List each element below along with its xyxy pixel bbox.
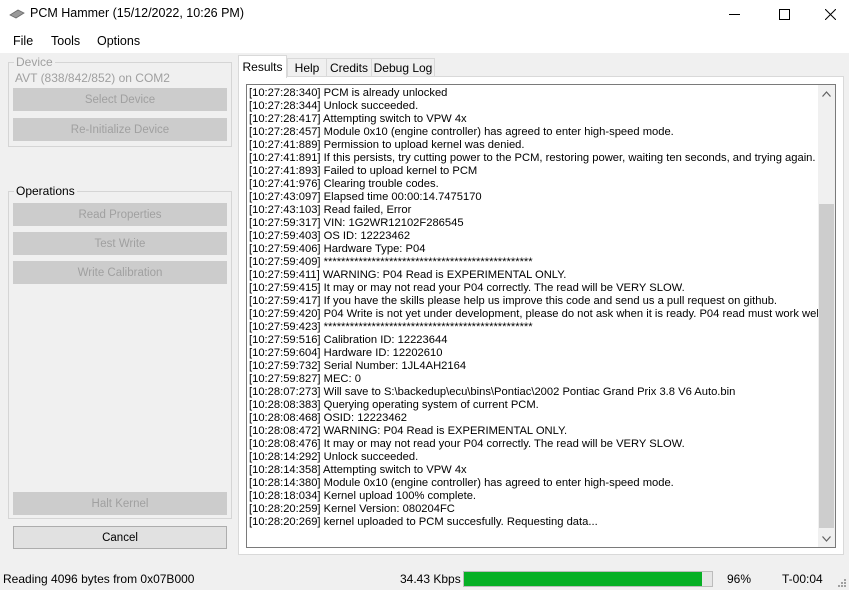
log-scrollbar[interactable] [818,85,835,547]
log-line: [10:28:14:292] Unlock succeeded. [249,451,419,463]
log-line: [10:27:28:417] Attempting switch to VPW … [249,113,467,125]
log-line: [10:27:59:411] WARNING: P04 Read is EXPE… [249,269,567,281]
scroll-up-button[interactable] [818,85,835,102]
log-line: [10:27:59:732] Serial Number: 1JL4AH2164 [249,360,467,372]
log-line: [10:27:59:827] MEC: 0 [249,373,361,385]
results-log[interactable]: [10:27:28:340] PCM is already unlocked [1… [246,84,836,548]
test-write-button[interactable]: Test Write [13,232,227,255]
log-line: [10:28:18:034] Kernel upload 100% comple… [249,490,477,502]
resize-grip-icon[interactable] [837,578,847,588]
time-remaining: T-00:04 [782,572,823,586]
log-line: [10:28:08:468] OSID: 12223462 [249,412,407,424]
log-line: [10:27:59:403] OS ID: 12223462 [249,230,411,242]
halt-kernel-button[interactable]: Halt Kernel [13,492,227,515]
maximize-button[interactable] [761,0,807,29]
maximize-icon [778,9,790,20]
log-line: [10:27:59:604] Hardware ID: 12202610 [249,347,443,359]
log-line: [10:27:59:406] Hardware Type: P04 [249,243,426,255]
log-line: [10:27:59:420] P04 Write is not yet unde… [249,308,819,320]
chevron-down-icon [822,535,831,542]
log-line: [10:28:08:472] WARNING: P04 Read is EXPE… [249,425,568,437]
log-line: [10:27:59:417] If you have the skills pl… [249,295,778,307]
log-line: [10:27:59:415] It may or may not read yo… [249,282,685,294]
scroll-down-button[interactable] [818,530,835,547]
chevron-up-icon [822,90,831,97]
log-line: [10:27:43:097] Elapsed time 00:00:14.747… [249,191,482,203]
menu-options[interactable]: Options [97,34,140,48]
close-icon [824,9,836,20]
progress-fill [464,572,703,586]
results-panel: [10:27:28:340] PCM is already unlocked [1… [238,76,844,555]
close-button[interactable] [807,0,849,29]
log-line: [10:28:14:358] Attempting switch to VPW … [249,464,467,476]
progress-bar [463,571,713,587]
log-line: [10:28:07:273] Will save to S:\backedup\… [249,386,736,398]
log-line: [10:28:20:269] kernel uploaded to PCM su… [249,516,598,528]
scroll-thumb[interactable] [819,204,834,528]
minimize-button[interactable] [711,0,757,29]
log-line: [10:27:59:516] Calibration ID: 12223644 [249,334,448,346]
select-device-button[interactable]: Select Device [13,88,227,111]
menu-bar: File Tools Options [0,29,849,53]
menu-tools[interactable]: Tools [51,34,80,48]
log-line: [10:27:41:891] If this persists, try cut… [249,152,816,164]
read-properties-button[interactable]: Read Properties [13,203,227,226]
reinitialize-device-button[interactable]: Re-Initialize Device [13,118,227,141]
log-line: [10:28:08:476] It may or may not read yo… [249,438,685,450]
log-line: [10:28:08:383] Querying operating system… [249,399,539,411]
log-line: [10:27:41:889] Permission to upload kern… [249,139,525,151]
status-bar: Reading 4096 bytes from 0x07B000 34.43 K… [0,568,849,590]
transfer-speed: 34.43 Kbps [400,572,461,586]
write-calibration-button[interactable]: Write Calibration [13,261,227,284]
minimize-icon [728,14,740,15]
status-text: Reading 4096 bytes from 0x07B000 [3,572,195,586]
device-status: AVT (838/842/852) on COM2 [15,71,170,85]
tab-results[interactable]: Results [238,55,287,78]
title-bar[interactable]: PCM Hammer (15/12/2022, 10:26 PM) [0,0,849,29]
progress-percent: 96% [727,572,752,586]
log-line: [10:28:14:380] Module 0x10 (engine contr… [249,477,674,489]
log-line: [10:27:43:103] Read failed, Error [249,204,412,216]
tab-debug-log[interactable]: Debug Log [371,58,435,77]
window-title: PCM Hammer (15/12/2022, 10:26 PM) [30,6,244,20]
tab-help[interactable]: Help [287,58,327,77]
log-line: [10:27:28:344] Unlock succeeded. [249,100,419,112]
log-line: [10:27:59:317] VIN: 1G2WR12102F286545 [249,217,464,229]
tab-credits[interactable]: Credits [326,58,372,77]
cancel-button[interactable]: Cancel [13,526,227,549]
log-line: [10:28:20:259] Kernel Version: 080204FC [249,503,455,515]
log-line: [10:27:59:423] *************************… [249,321,533,333]
log-line: [10:27:41:893] Failed to upload kernel t… [249,165,478,177]
log-line: [10:27:41:976] Clearing trouble codes. [249,178,439,190]
menu-file[interactable]: File [13,34,33,48]
operations-group-label: Operations [14,184,77,198]
log-line: [10:27:59:409] *************************… [249,256,533,268]
log-line: [10:27:28:457] Module 0x10 (engine contr… [249,126,674,138]
device-group-label: Device [14,55,55,69]
log-lines: [10:27:28:340] PCM is already unlocked [1… [249,87,819,529]
hammer-app-icon [9,9,25,19]
log-line: [10:27:28:340] PCM is already unlocked [249,87,448,99]
